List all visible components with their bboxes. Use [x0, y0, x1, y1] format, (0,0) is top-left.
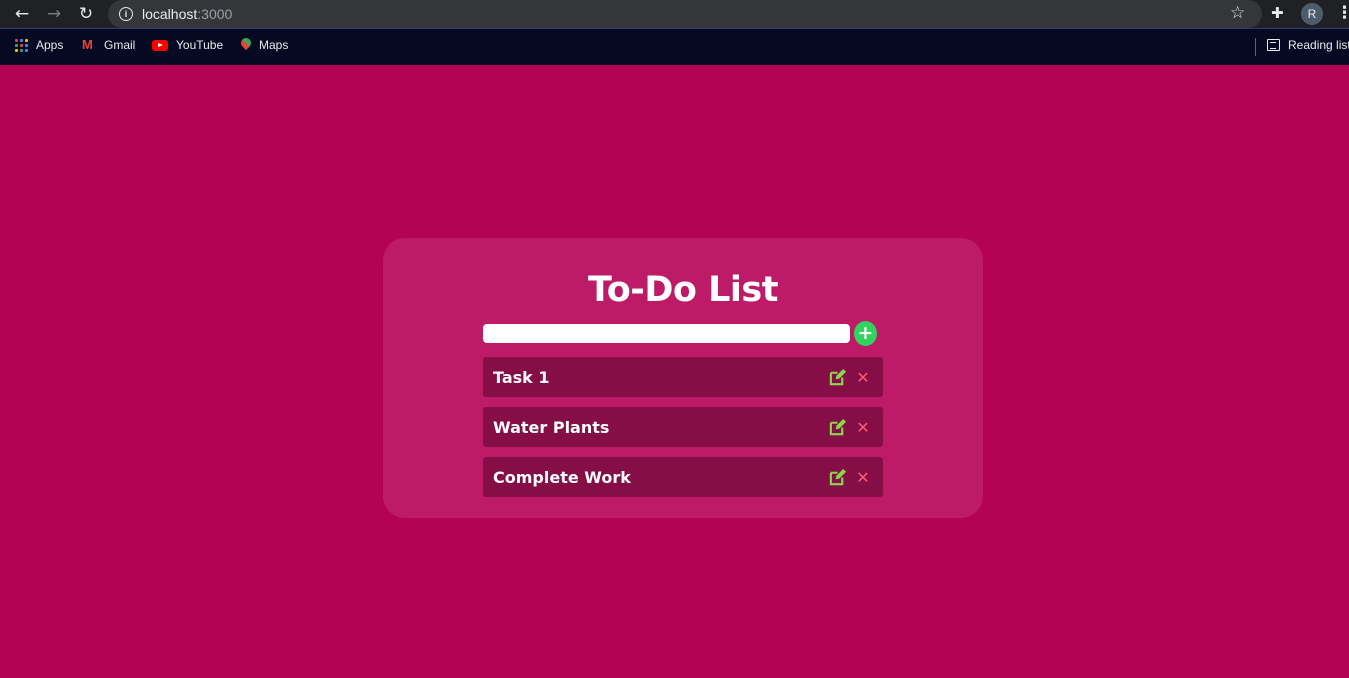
bookmark-apps[interactable]: Apps — [15, 38, 63, 52]
edit-icon[interactable] — [828, 418, 847, 437]
bookmark-label: Apps — [36, 38, 64, 52]
task-text: Complete Work — [493, 468, 631, 487]
bookmark-divider — [1255, 38, 1256, 56]
page-title: To-Do List — [588, 270, 778, 310]
reading-list-label: Reading list — [1288, 38, 1349, 52]
url-host: localhost — [142, 6, 198, 22]
task-item: Water Plants ✕ — [483, 407, 883, 447]
url-text[interactable]: localhost:3000 — [142, 6, 232, 22]
todo-card: To-Do List + Task 1 ✕ Water Plants ✕ Com… — [383, 238, 983, 518]
reading-list-icon — [1267, 39, 1280, 51]
reload-icon[interactable]: ↻ — [75, 3, 97, 25]
browser-toolbar: ← → ↻ i localhost:3000 ☆ ✚ R ⋮ — [0, 0, 1349, 28]
bookmark-label: Maps — [259, 38, 289, 52]
delete-icon[interactable]: ✕ — [856, 466, 870, 488]
delete-icon[interactable]: ✕ — [856, 416, 870, 438]
star-icon[interactable]: ☆ — [1230, 3, 1245, 23]
task-text: Water Plants — [493, 418, 610, 437]
bookmarks-bar: Apps Gmail YouTube Maps Reading list — [0, 28, 1349, 65]
delete-icon[interactable]: ✕ — [856, 366, 870, 388]
kebab-menu-icon[interactable]: ⋮ — [1336, 3, 1349, 23]
bookmark-label: Gmail — [104, 38, 136, 52]
task-item: Task 1 ✕ — [483, 357, 883, 397]
task-text: Task 1 — [493, 368, 550, 387]
avatar[interactable]: R — [1301, 3, 1323, 25]
task-item: Complete Work ✕ — [483, 457, 883, 497]
edit-icon[interactable] — [828, 368, 847, 387]
apps-grid-icon — [15, 38, 28, 52]
task-input[interactable] — [483, 324, 850, 343]
info-icon[interactable]: i — [119, 7, 133, 21]
youtube-icon — [152, 39, 168, 51]
back-icon[interactable]: ← — [11, 3, 33, 25]
bookmark-label: YouTube — [176, 38, 224, 52]
bookmark-maps[interactable]: Maps — [241, 38, 288, 52]
forward-icon[interactable]: → — [43, 3, 65, 25]
bookmark-youtube[interactable]: YouTube — [152, 38, 223, 52]
edit-icon[interactable] — [828, 468, 847, 487]
bookmark-gmail[interactable]: Gmail — [82, 37, 136, 53]
puzzle-icon[interactable]: ✚ — [1271, 4, 1284, 22]
address-bar[interactable]: i localhost:3000 ☆ — [108, 0, 1262, 28]
gmail-icon — [82, 37, 96, 52]
url-port: :3000 — [197, 6, 233, 22]
maps-icon — [241, 38, 251, 52]
reading-list-button[interactable]: Reading list — [1267, 38, 1349, 52]
add-task-button[interactable]: + — [854, 321, 877, 346]
